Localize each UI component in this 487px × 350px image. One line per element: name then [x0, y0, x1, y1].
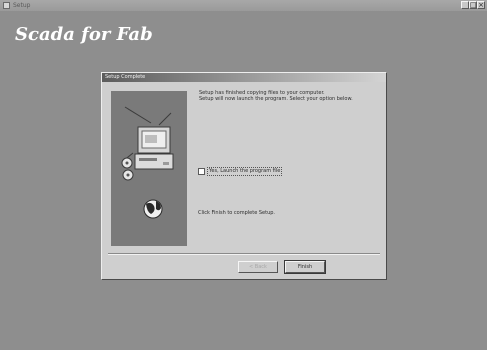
- close-button[interactable]: ×: [477, 1, 485, 9]
- dialog-title: Setup Complete: [105, 74, 146, 80]
- computer-with-disks-and-globe-icon: [121, 106, 174, 219]
- app-icon[interactable]: [3, 2, 10, 9]
- app-heading: Scada for Fab: [15, 24, 153, 45]
- setup-complete-dialog: Setup Complete Setup has finished copyin…: [101, 72, 387, 280]
- finish-button[interactable]: Finish: [284, 260, 326, 274]
- app-window: Setup _ □ × Scada for Fab Setup Complete: [0, 0, 487, 350]
- dialog-titlebar[interactable]: Setup Complete: [102, 73, 386, 82]
- dialog-divider: [108, 253, 380, 255]
- finish-instruction-text: Click Finish to complete Setup.: [198, 210, 276, 216]
- info-line: Setup will now launch the program. Selec…: [199, 96, 353, 102]
- app-title: Setup: [13, 2, 31, 9]
- app-titlebar[interactable]: Setup _ □ ×: [0, 0, 487, 11]
- minimize-button[interactable]: _: [461, 1, 469, 9]
- setup-info-text: Setup has finished copying files to your…: [199, 90, 382, 102]
- setup-graphic-panel: [111, 91, 187, 246]
- launch-program-checkbox[interactable]: [198, 168, 205, 175]
- launch-program-checkbox-label[interactable]: Yes, Launch the program file: [206, 167, 283, 176]
- back-button[interactable]: < Back: [238, 261, 278, 273]
- maximize-button[interactable]: □: [469, 1, 477, 9]
